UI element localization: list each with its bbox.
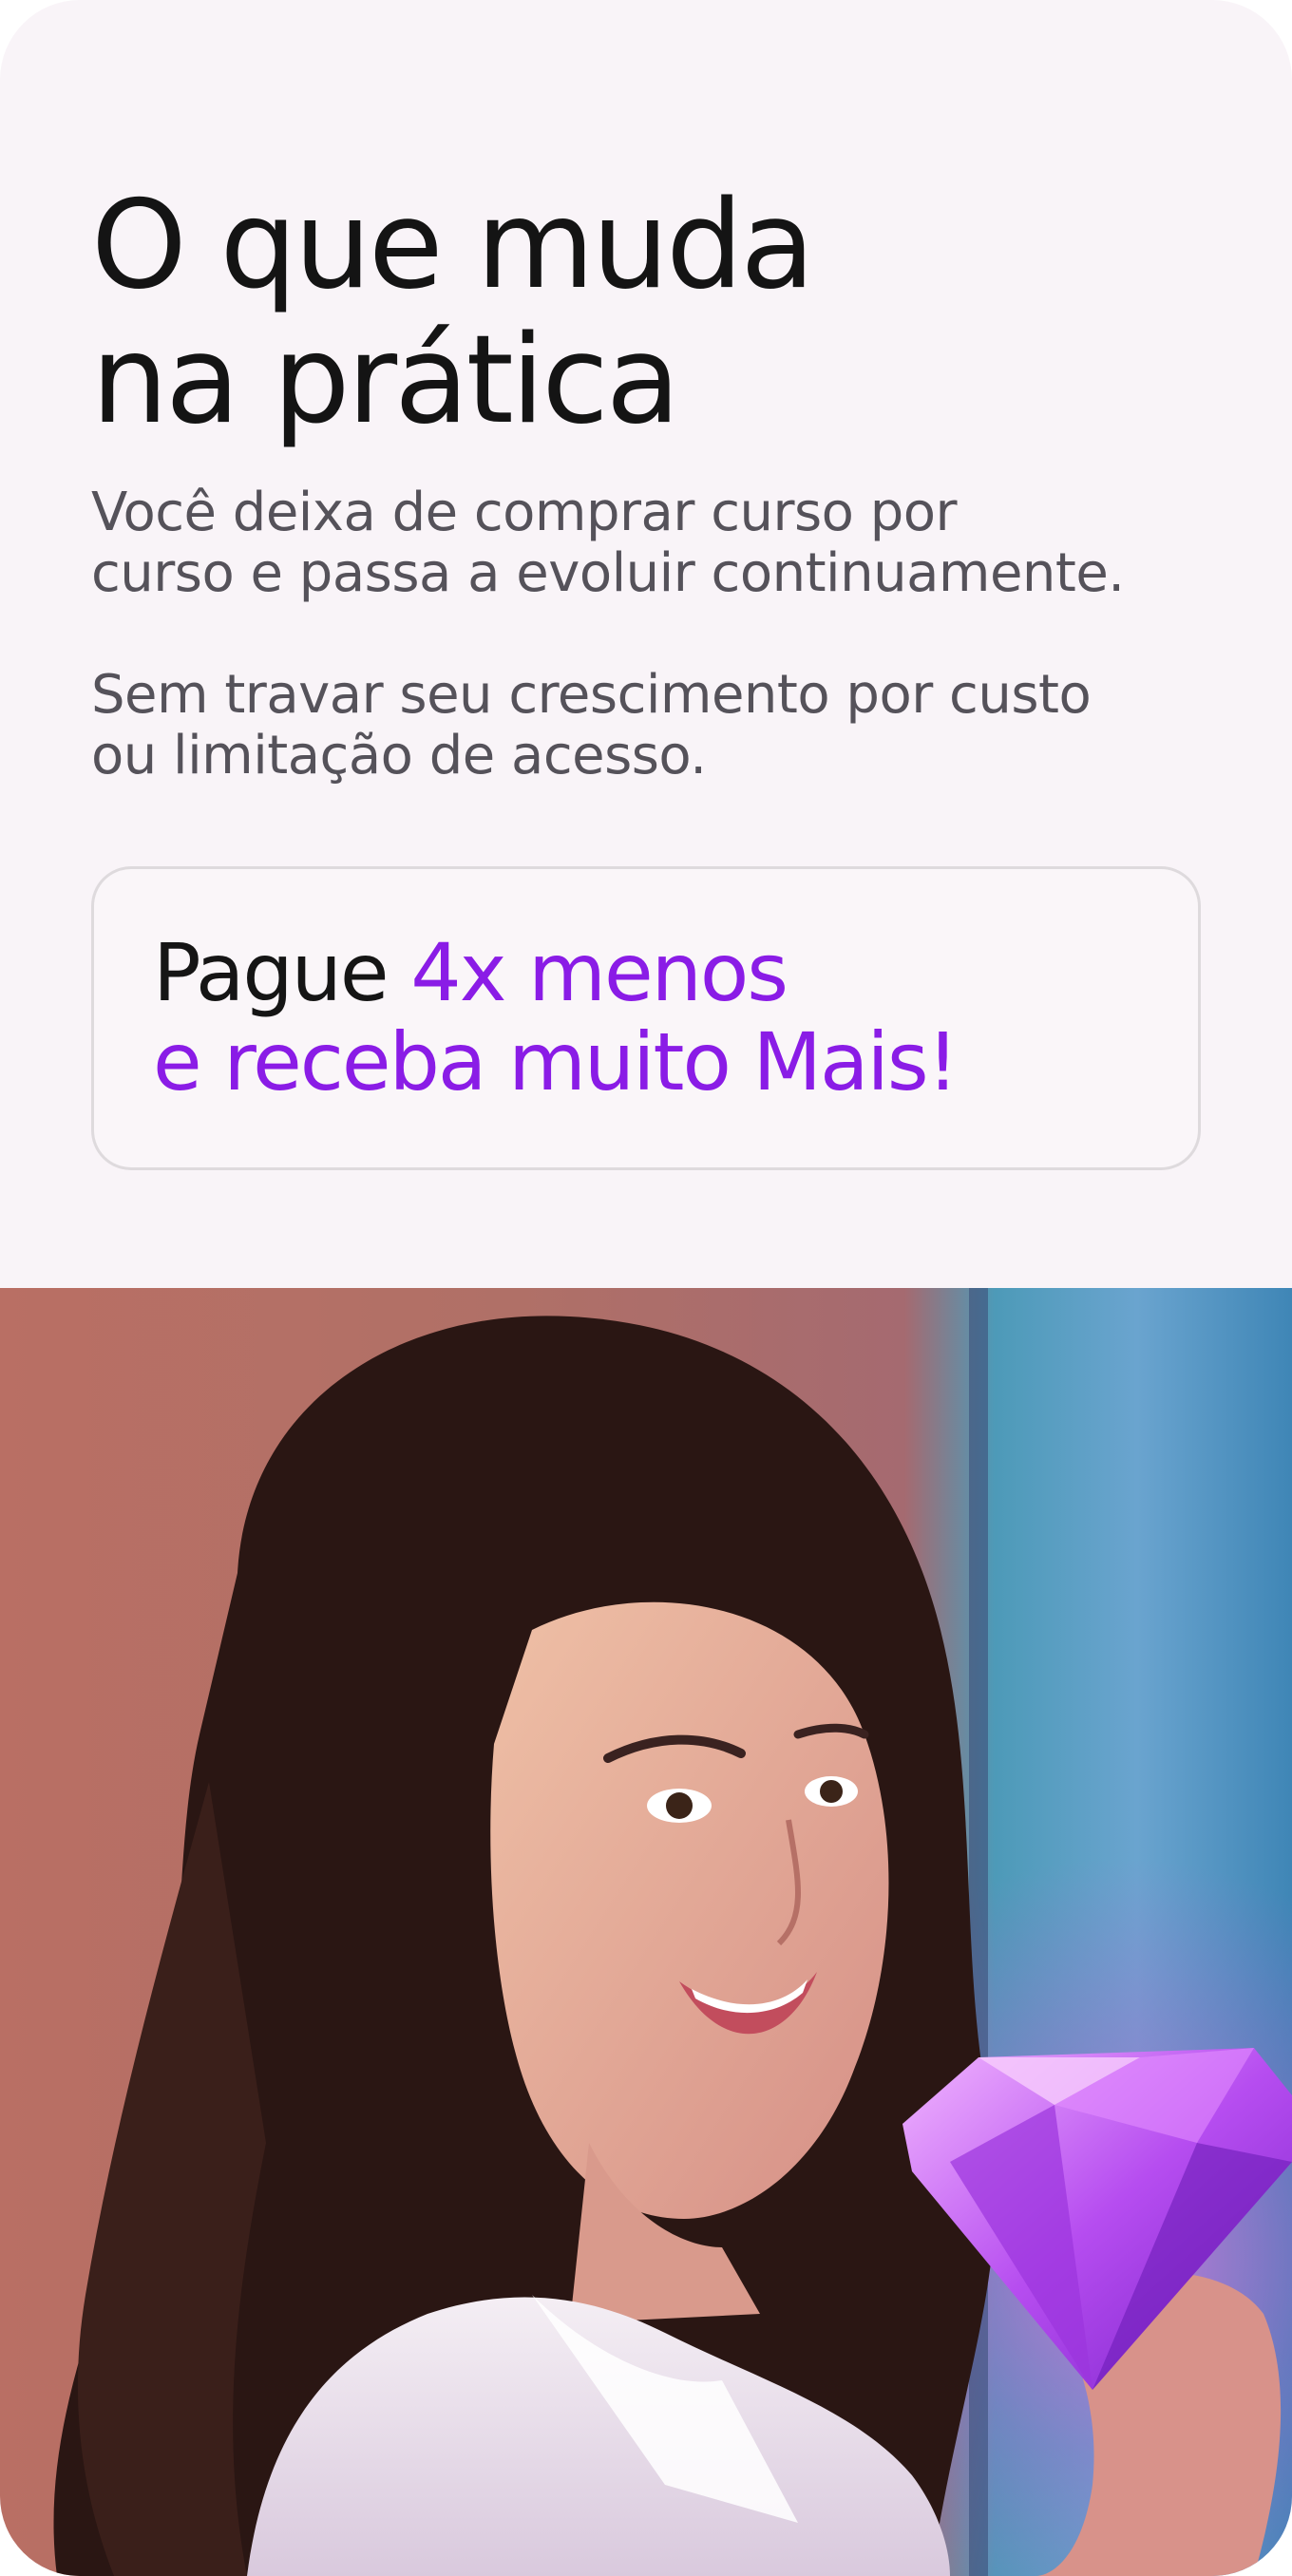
intro-paragraph: Você deixa de comprar curso por curso e … bbox=[91, 483, 1231, 604]
secondary-paragraph-line2: ou limitação de acesso. bbox=[91, 725, 707, 786]
secondary-paragraph: Sem travar seu crescimento por custo ou … bbox=[91, 665, 1231, 786]
hero-photo-illustration bbox=[0, 1288, 1292, 2576]
promo-headline: Pague 4x menos e receba muito Mais! bbox=[153, 928, 959, 1108]
section-title-line2: na prática bbox=[91, 310, 680, 451]
section-title-line1: O que muda bbox=[91, 175, 815, 316]
section-title: O que muda na prática bbox=[91, 179, 1193, 448]
promo-line2: e receba muito Mais! bbox=[153, 1015, 959, 1108]
secondary-paragraph-line1: Sem travar seu crescimento por custo bbox=[91, 664, 1092, 726]
promo-line1: Pague 4x menos bbox=[153, 928, 957, 1017]
content-card: O que muda na prática Você deixa de comp… bbox=[0, 0, 1292, 2576]
hero-photo bbox=[0, 1288, 1292, 2576]
intro-paragraph-line1: Você deixa de comprar curso por bbox=[91, 482, 958, 543]
promo-pay-text: Pague bbox=[153, 926, 411, 1019]
promo-less-text: 4x menos bbox=[410, 926, 788, 1019]
promo-box: Pague 4x menos e receba muito Mais! bbox=[91, 866, 1201, 1170]
intro-paragraph-line2: curso e passa a evoluir continuamente. bbox=[91, 542, 1125, 604]
